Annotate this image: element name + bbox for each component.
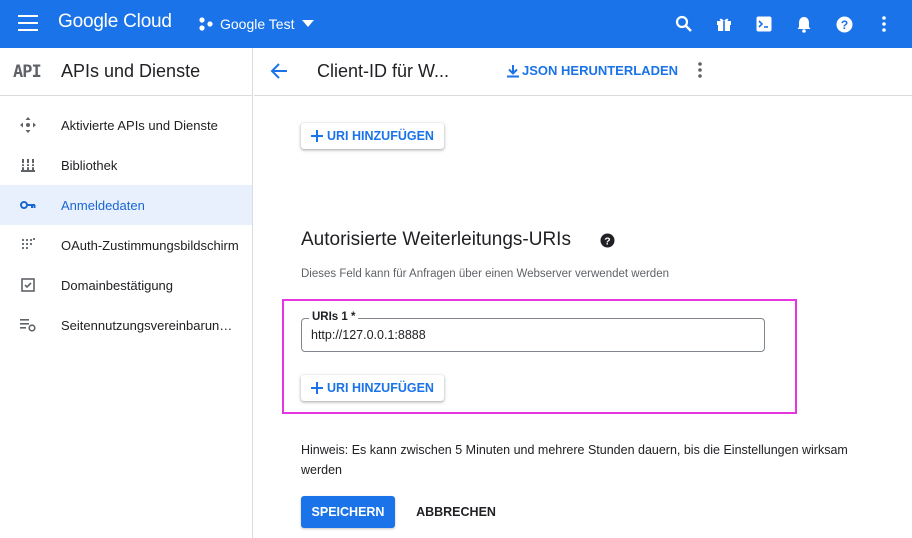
top-app-bar: Google Cloud Google Test ? <box>0 0 912 48</box>
sidebar-item-label: Seitennutzungsvereinbarungen <box>61 317 239 333</box>
sidebar: API APIs und Dienste Aktivierte APIs und… <box>0 48 253 538</box>
sidebar-item-label: OAuth-Zustimmungsbildschirm <box>61 237 239 253</box>
help-circle-icon[interactable]: ? <box>600 233 615 253</box>
terminal-icon[interactable] <box>744 0 784 48</box>
project-name: Google Test <box>220 16 295 32</box>
sidebar-item-label: Bibliothek <box>61 157 118 173</box>
settings-list-icon <box>20 317 36 333</box>
page-header: Client-ID für W... JSON HERUNTERLADEN <box>254 48 912 96</box>
api-logo: API <box>13 62 42 82</box>
move-arrows-icon <box>20 117 36 133</box>
library-icon <box>20 157 36 173</box>
consent-dots-icon <box>20 237 36 253</box>
save-button[interactable]: SPEICHERN <box>301 496 395 528</box>
download-icon <box>507 64 519 77</box>
project-hub-icon <box>199 17 213 31</box>
menu-icon[interactable] <box>18 15 38 33</box>
add-uri-label: URI HINZUFÜGEN <box>327 129 434 143</box>
sidebar-item-oauth-consent[interactable]: OAuth-Zustimmungsbildschirm <box>0 225 252 265</box>
svg-text:?: ? <box>840 17 847 31</box>
sidebar-title: APIs und Dienste <box>61 61 201 81</box>
project-selector[interactable]: Google Test <box>198 12 320 36</box>
key-icon <box>20 197 36 213</box>
page-title: Client-ID für W... <box>317 61 450 81</box>
download-json-label: JSON HERUNTERLADEN <box>522 63 679 78</box>
add-uri-button-bottom[interactable]: URI HINZUFÜGEN <box>301 375 444 401</box>
help-icon[interactable]: ? <box>824 0 864 48</box>
sidebar-item-enabled-apis[interactable]: Aktivierte APIs und Dienste <box>0 105 252 145</box>
caret-down-icon <box>302 20 315 27</box>
search-icon[interactable] <box>664 0 704 48</box>
main-content: URI HINZUFÜGEN Autorisierte Weiterleitun… <box>254 97 912 538</box>
more-vert-icon[interactable] <box>698 62 702 83</box>
checkbox-icon <box>20 277 36 293</box>
section-description: Dieses Feld kann für Anfragen über einen… <box>301 268 669 280</box>
add-uri-label: URI HINZUFÜGEN <box>327 381 434 395</box>
cancel-button[interactable]: ABBRECHEN <box>410 496 502 528</box>
hint-text: Hinweis: Es kann zwischen 5 Minuten und … <box>301 443 848 477</box>
bell-icon[interactable] <box>784 0 824 48</box>
more-vert-icon[interactable] <box>864 0 904 48</box>
gift-icon[interactable] <box>704 0 744 48</box>
redirect-uri-input[interactable] <box>311 328 751 342</box>
sidebar-item-credentials[interactable]: Anmeldedaten <box>0 185 252 225</box>
google-cloud-logo[interactable]: Google Cloud <box>58 11 172 33</box>
sidebar-item-page-usage-agreements[interactable]: Seitennutzungsvereinbarungen <box>0 305 252 345</box>
add-uri-button-top[interactable]: URI HINZUFÜGEN <box>301 123 444 149</box>
section-title: Autorisierte Weiterleitungs-URIs <box>301 229 571 250</box>
plus-icon <box>311 382 323 394</box>
sidebar-item-label: Aktivierte APIs und Dienste <box>61 117 218 133</box>
redirect-uri-field: URIs 1 * <box>301 311 765 352</box>
sidebar-item-label: Anmeldedaten <box>61 197 145 213</box>
back-arrow-icon[interactable] <box>270 62 288 85</box>
sidebar-item-library[interactable]: Bibliothek <box>0 145 252 185</box>
download-json-button[interactable]: JSON HERUNTERLADEN <box>506 63 678 78</box>
redirect-uri-field-label: URIs 1 * <box>309 311 359 323</box>
plus-icon <box>311 130 323 142</box>
sidebar-item-label: Domainbestätigung <box>61 277 174 293</box>
sidebar-item-domain-verification[interactable]: Domainbestätigung <box>0 265 252 305</box>
sidebar-header: API APIs und Dienste <box>0 48 252 96</box>
svg-text:?: ? <box>604 235 610 247</box>
